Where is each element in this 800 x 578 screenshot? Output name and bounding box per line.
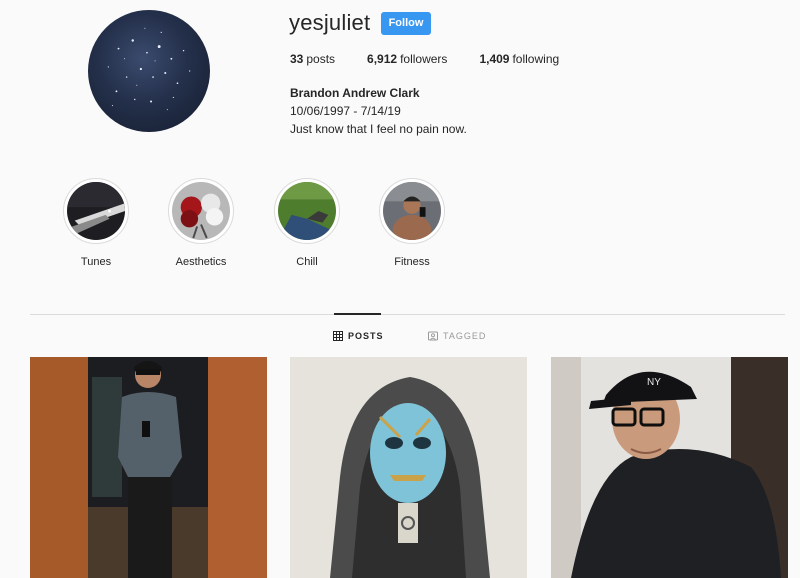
bio-dates: 10/06/1997 - 7/14/19 (290, 104, 401, 118)
profile-bio: Brandon Andrew Clark 10/06/1997 - 7/14/1… (290, 84, 467, 138)
followers-count-label: followers (400, 52, 448, 66)
post-thumbnail[interactable] (290, 357, 527, 578)
post-thumbnail[interactable] (30, 357, 267, 578)
follow-button[interactable]: Follow (381, 12, 431, 35)
tagged-person-icon (428, 331, 438, 341)
profile-avatar[interactable] (88, 10, 210, 132)
highlight-cover-aesthetics (172, 182, 230, 240)
posts-count-value: 33 (290, 52, 304, 66)
highlight-label: Aesthetics (175, 256, 227, 268)
grid-icon (333, 331, 343, 341)
hooded-mask-painting-image (290, 357, 527, 578)
roses-image (172, 182, 230, 240)
starry-sky-image (107, 27, 191, 111)
bio-text: Just know that I feel no pain now. (290, 122, 467, 136)
highlight-cover-chill (278, 182, 336, 240)
highlight-label: Tunes (80, 256, 112, 268)
tab-posts[interactable]: POSTS (333, 331, 384, 341)
profile-full-name: Brandon Andrew Clark (290, 86, 420, 100)
tab-tagged-label: TAGGED (443, 331, 487, 341)
highlight-ring (379, 178, 445, 244)
followers-count-value: 6,912 (367, 52, 398, 66)
highlight-ring (168, 178, 234, 244)
highlight-fitness[interactable]: Fitness (367, 178, 457, 268)
park-legs-image (278, 182, 336, 240)
selfie-with-cap-image: NY (551, 357, 788, 578)
posts-count-label: posts (306, 52, 336, 66)
road-night-image (67, 182, 125, 240)
highlight-tunes[interactable]: Tunes (51, 178, 141, 268)
gym-selfie-image (383, 182, 441, 240)
highlight-cover-tunes (67, 182, 125, 240)
profile-stats: 33 posts 6,912 followers 1,409 following (290, 52, 591, 66)
tab-divider (30, 314, 785, 315)
highlight-cover-fitness (383, 182, 441, 240)
svg-text:NY: NY (647, 377, 661, 388)
active-tab-indicator (334, 313, 381, 315)
following-count[interactable]: 1,409 following (479, 52, 559, 66)
highlight-ring (274, 178, 340, 244)
following-count-label: following (512, 52, 560, 66)
highlight-chill[interactable]: Chill (262, 178, 352, 268)
highlight-label: Fitness (394, 256, 430, 268)
posts-count: 33 posts (290, 52, 335, 66)
tab-tagged[interactable]: TAGGED (428, 331, 486, 341)
following-count-value: 1,409 (479, 52, 510, 66)
profile-username: yesjuliet (289, 10, 371, 35)
highlight-ring (63, 178, 129, 244)
mirror-selfie-image (30, 357, 267, 578)
highlight-aesthetics[interactable]: Aesthetics (156, 178, 246, 268)
highlight-label: Chill (296, 256, 318, 268)
followers-count[interactable]: 6,912 followers (367, 52, 447, 66)
tab-posts-label: POSTS (348, 331, 384, 341)
post-thumbnail[interactable]: NY (551, 357, 788, 578)
